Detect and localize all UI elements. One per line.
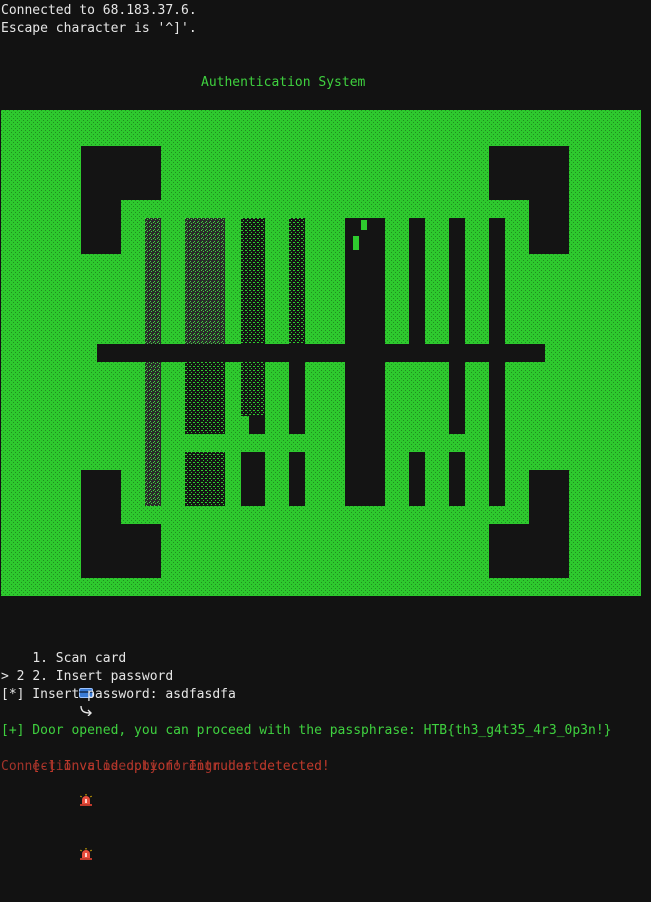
escape-character-message: Escape character is '^]'. bbox=[1, 21, 197, 36]
connected-message: Connected to 68.183.37.6. bbox=[1, 3, 197, 18]
siren-icon bbox=[32, 776, 93, 830]
invalid-option-message: [-] Invalid option! Intruder detected! bbox=[1, 740, 330, 860]
ascii-art-logo bbox=[1, 110, 641, 596]
menu-item-insert-password-label: 2. Insert password bbox=[32, 669, 174, 684]
connection-closed-message: Connection closed by foreign host. bbox=[1, 759, 268, 774]
insert-password-prompt: [*] Insert password: asdfasdfa bbox=[1, 687, 236, 702]
siren-icon bbox=[32, 830, 93, 884]
user-choice: > 2 bbox=[1, 669, 25, 684]
menu-item-insert-password[interactable]: 2. Insert password bbox=[1, 650, 173, 717]
menu-item-scan-card[interactable]: 1. Scan card bbox=[1, 632, 126, 698]
banner-title: Authentication System bbox=[201, 75, 366, 90]
door-opened-message: [+] Door opened, you can proceed with th… bbox=[1, 723, 612, 738]
